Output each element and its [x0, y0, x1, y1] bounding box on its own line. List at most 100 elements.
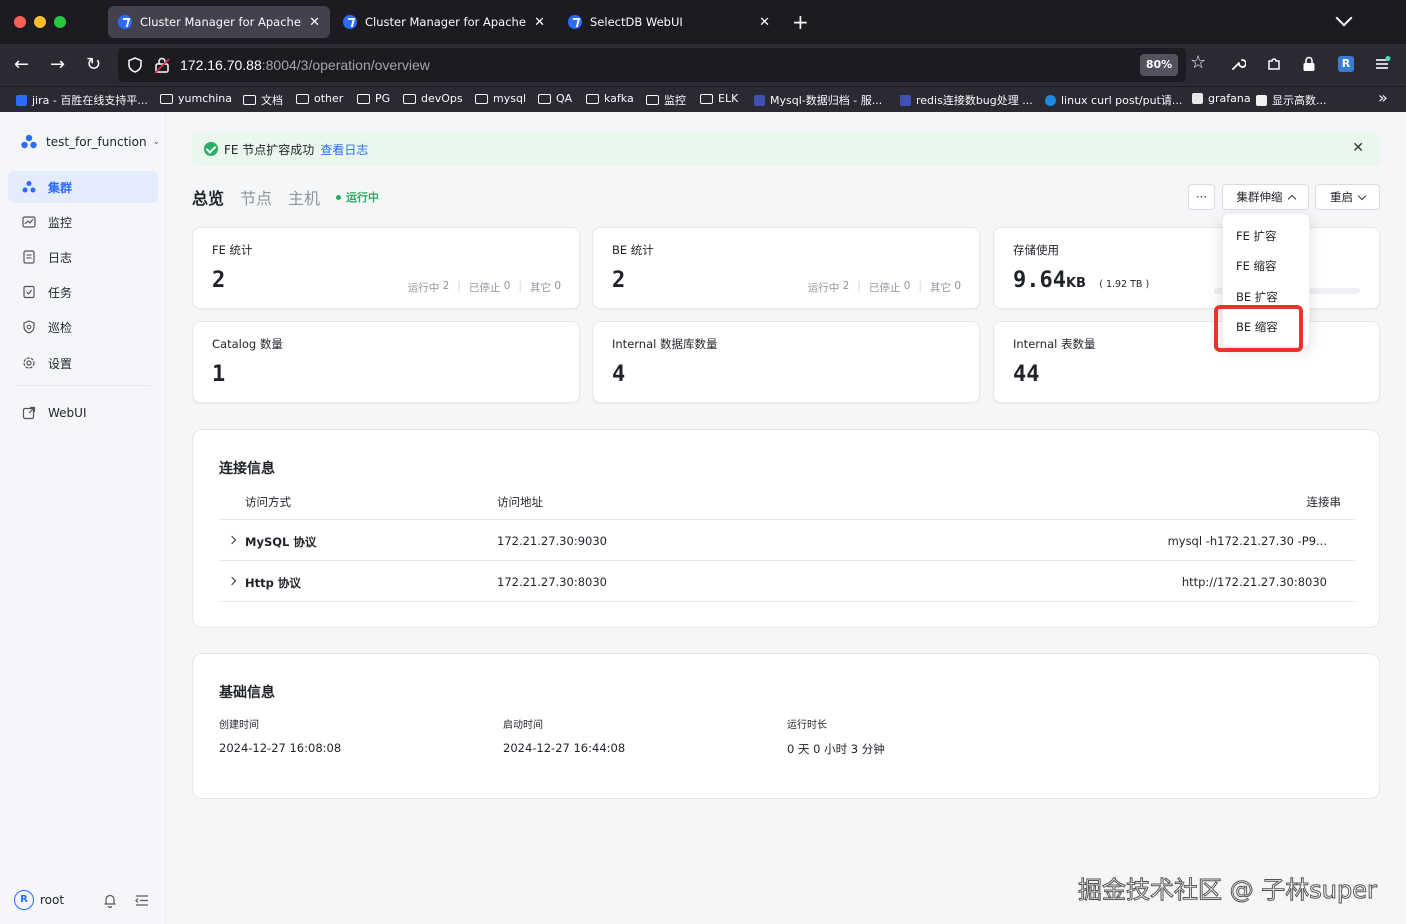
folder-icon	[357, 93, 370, 104]
bookmark-folder[interactable]: yumchina	[160, 92, 232, 105]
access-method: MySQL 协议	[245, 535, 317, 549]
extensions-puzzle-icon[interactable]	[1266, 56, 1282, 72]
sidebar-item-monitor[interactable]: 监控	[8, 206, 158, 238]
sidebar-item-webui[interactable]: WebUI	[8, 397, 158, 429]
section-title: 基础信息	[219, 685, 275, 701]
bookmark-folder[interactable]: kafka	[586, 92, 634, 105]
wrench-icon[interactable]	[1230, 56, 1246, 72]
more-button[interactable]: ···	[1188, 184, 1215, 210]
column-header: 连接串	[1306, 495, 1342, 509]
site-favicon-icon	[900, 94, 911, 106]
bookmark-folder[interactable]: devOps	[403, 92, 463, 105]
site-favicon-icon	[754, 94, 765, 106]
restart-button[interactable]: 重启	[1315, 184, 1380, 210]
bookmark-item[interactable]: 显示高数...	[1256, 92, 1327, 108]
bookmark-folder[interactable]: other	[296, 92, 343, 105]
card-value: 44	[1013, 362, 1040, 387]
card-label: Internal 数据库数量	[612, 337, 718, 351]
cluster-selector[interactable]: test_for_function ⌄	[20, 133, 160, 151]
bookmark-folder[interactable]: QA	[538, 92, 572, 105]
watermark-text: 掘金技术社区 @ 子林super	[1078, 876, 1378, 905]
minimize-window-button[interactable]	[34, 16, 46, 28]
sidebar-item-label: WebUI	[48, 406, 87, 420]
insecure-lock-icon[interactable]	[154, 56, 170, 74]
extension-r-icon[interactable]: R	[1338, 56, 1354, 72]
sidebar-item-label: 巡检	[48, 320, 73, 335]
bookmark-folder[interactable]: mysql	[475, 92, 526, 105]
close-window-button[interactable]	[14, 16, 26, 28]
menu-item-fe-scale-out[interactable]: FE 扩容	[1236, 228, 1277, 244]
user-profile[interactable]: R root	[14, 890, 64, 910]
url-text[interactable]: 172.16.70.88:8004/3/operation/overview	[180, 57, 430, 73]
bookmark-item[interactable]: linux curl post/put请...	[1045, 92, 1182, 108]
section-title: 连接信息	[219, 461, 275, 477]
menu-item-fe-scale-in[interactable]: FE 缩容	[1236, 258, 1277, 274]
more-bookmarks-icon[interactable]: »	[1378, 88, 1388, 107]
expand-chevron-icon[interactable]	[227, 535, 237, 545]
close-tab-icon[interactable]: ✕	[759, 15, 770, 30]
sidebar-item-label: 设置	[48, 356, 73, 371]
site-favicon-icon	[1045, 94, 1056, 106]
bookmark-folder[interactable]: 监控	[646, 92, 686, 108]
document-icon	[22, 250, 36, 264]
new-tab-button[interactable]: +	[792, 10, 809, 34]
sidebar-item-cluster[interactable]: 集群	[8, 171, 158, 203]
folder-icon	[646, 95, 659, 105]
sidebar-item-logs[interactable]: 日志	[8, 241, 158, 273]
button-label: 重启	[1330, 190, 1353, 204]
bookmark-item[interactable]: grafana	[1192, 92, 1251, 105]
tab-overview[interactable]: 总览	[192, 185, 224, 209]
tab-hosts[interactable]: 主机	[288, 185, 320, 209]
check-circle-icon	[204, 142, 218, 156]
reload-icon[interactable]: ↻	[86, 54, 101, 76]
browser-tab-1[interactable]: Cluster Manager for Apache Dor ✕	[108, 6, 330, 38]
tab-list-chevron-icon[interactable]	[1335, 9, 1353, 27]
cluster-scale-button[interactable]: 集群伸缩	[1222, 184, 1309, 210]
access-address: 172.21.27.30:9030	[497, 534, 607, 548]
bookmark-star-icon[interactable]: ☆	[1190, 52, 1206, 73]
sidebar-item-settings[interactable]: 设置	[8, 347, 158, 379]
access-method: Http 协议	[245, 576, 301, 590]
highlight-annotation-box	[1214, 305, 1303, 352]
bookmarks-bar: jira - 百胜在线支持平... yumchina 文档 other PG d…	[0, 86, 1406, 112]
sidebar-item-inspection[interactable]: 巡检	[8, 311, 158, 343]
table-row[interactable]: MySQL 协议 172.21.27.30:9030 mysql -h172.2…	[219, 520, 1355, 561]
bookmark-item[interactable]: Mysql-数据归档 - 服...	[754, 92, 882, 108]
zoom-level-badge[interactable]: 80%	[1140, 54, 1178, 76]
close-tab-icon[interactable]: ✕	[534, 15, 545, 30]
sidebar-item-tasks[interactable]: 任务	[8, 276, 158, 308]
sidebar-item-label: 监控	[48, 215, 73, 230]
bookmark-item[interactable]: redis连接数bug处理 ...	[900, 92, 1033, 108]
bookmark-item[interactable]: jira - 百胜在线支持平...	[16, 92, 148, 108]
created-time: 创建时间 2024-12-27 16:08:08	[219, 720, 342, 755]
bookmark-folder[interactable]: PG	[357, 92, 390, 105]
sidebar-item-label: 任务	[48, 285, 73, 300]
collapse-menu-icon[interactable]	[135, 894, 149, 907]
sidebar: test_for_function ⌄ 集群 监控 日志 任务 巡检 设置 We…	[0, 113, 166, 924]
browser-tab-2[interactable]: Cluster Manager for Apache Dor ✕	[333, 6, 555, 38]
expand-chevron-icon[interactable]	[227, 576, 237, 586]
bookmark-folder[interactable]: 文档	[243, 92, 283, 108]
folder-icon	[538, 93, 551, 104]
maximize-window-button[interactable]	[54, 16, 66, 28]
hamburger-menu-icon[interactable]	[1374, 56, 1392, 72]
catalog-card: Catalog 数量 1	[192, 321, 580, 403]
lock-icon[interactable]	[1302, 55, 1316, 73]
menu-item-be-scale-out[interactable]: BE 扩容	[1236, 289, 1278, 305]
bookmark-folder[interactable]: ELK	[700, 92, 738, 105]
shield-icon[interactable]	[126, 56, 144, 74]
app-root: test_for_function ⌄ 集群 监控 日志 任务 巡检 设置 We…	[0, 113, 1406, 924]
browser-tab-3[interactable]: SelectDB WebUI ✕	[558, 6, 780, 38]
back-arrow-icon[interactable]: ←	[14, 54, 29, 76]
close-tab-icon[interactable]: ✕	[309, 15, 320, 30]
forward-arrow-icon[interactable]: →	[50, 54, 65, 76]
view-log-link[interactable]: 查看日志	[320, 141, 368, 158]
bell-icon[interactable]	[103, 893, 117, 908]
close-icon[interactable]: ✕	[1352, 140, 1364, 156]
table-row[interactable]: Http 协议 172.21.27.30:8030 http://172.21.…	[219, 561, 1355, 602]
folder-icon	[160, 93, 173, 104]
card-value: 2	[212, 268, 226, 293]
tab-nodes[interactable]: 节点	[240, 185, 272, 209]
address-bar[interactable]: 172.16.70.88:8004/3/operation/overview 8…	[118, 48, 1206, 82]
folder-icon	[403, 93, 416, 104]
